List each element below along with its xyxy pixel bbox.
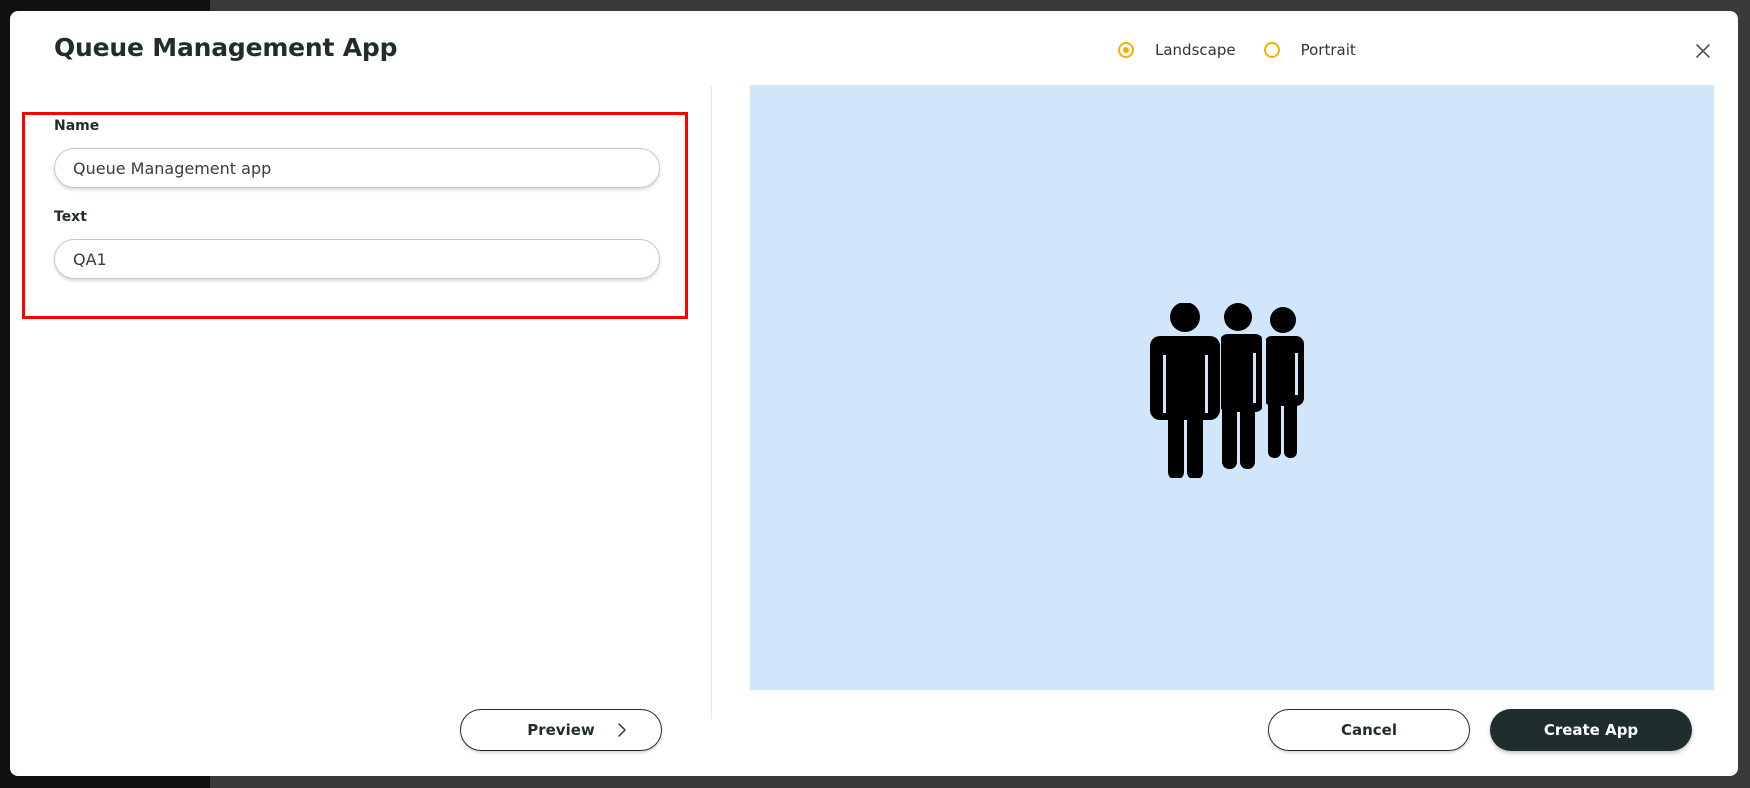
portrait-option[interactable]: Portrait bbox=[1263, 41, 1356, 59]
create-app-dialog: Queue Management App Landscape Portrait … bbox=[10, 11, 1738, 776]
create-app-button-label: Create App bbox=[1543, 721, 1639, 739]
text-input[interactable] bbox=[54, 239, 660, 279]
preview-area bbox=[750, 85, 1714, 690]
landscape-label: Landscape bbox=[1155, 41, 1236, 59]
orientation-selector: Landscape Portrait bbox=[1118, 38, 1356, 62]
text-label: Text bbox=[54, 209, 87, 225]
portrait-radio[interactable] bbox=[1263, 42, 1280, 58]
landscape-option[interactable]: Landscape bbox=[1118, 41, 1236, 59]
preview-button-label: Preview bbox=[527, 721, 595, 739]
close-icon bbox=[1696, 44, 1710, 58]
cancel-button-label: Cancel bbox=[1340, 721, 1397, 739]
cancel-button[interactable]: Cancel bbox=[1268, 709, 1470, 751]
form-panel: Name Text bbox=[10, 86, 710, 766]
close-button[interactable] bbox=[1688, 36, 1718, 66]
panel-divider bbox=[711, 86, 712, 719]
landscape-radio[interactable] bbox=[1118, 42, 1134, 58]
highlight-box bbox=[22, 112, 688, 319]
people-queue-icon bbox=[1150, 303, 1304, 478]
name-label: Name bbox=[54, 118, 100, 134]
preview-button[interactable]: Preview bbox=[460, 709, 662, 751]
chevron-right-icon bbox=[618, 723, 626, 737]
dialog-title: Queue Management App bbox=[54, 33, 398, 62]
portrait-label: Portrait bbox=[1300, 41, 1356, 59]
name-input[interactable] bbox=[54, 148, 660, 188]
create-app-button[interactable]: Create App bbox=[1490, 709, 1692, 751]
